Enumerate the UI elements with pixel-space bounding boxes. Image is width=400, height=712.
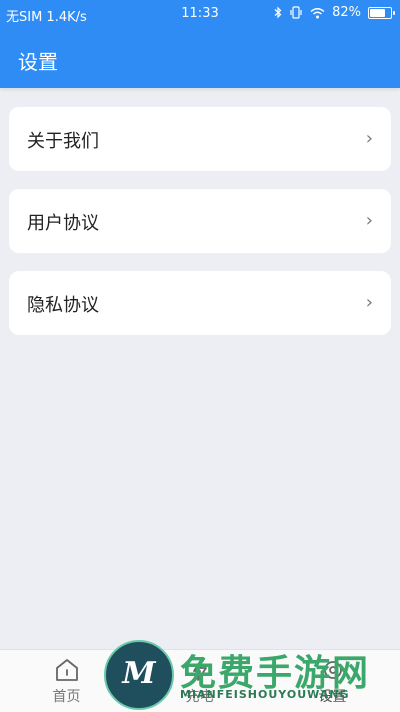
status-icons: 82% bbox=[274, 5, 395, 20]
watermark: M 免费手游网 MIANFEISHOUYOUWANG bbox=[104, 640, 394, 710]
status-bar: 无SIM 1.4K/s 11:33 82% bbox=[0, 0, 400, 28]
chevron-right-icon: › bbox=[365, 210, 373, 231]
watermark-logo: M bbox=[104, 640, 174, 710]
page-title: 设置 bbox=[18, 50, 58, 74]
battery-percent: 82% bbox=[332, 5, 361, 20]
watermark-logo-letter: M bbox=[122, 656, 156, 691]
menu-item-about-us[interactable]: 关于我们 › bbox=[9, 107, 391, 171]
bluetooth-icon bbox=[274, 6, 282, 19]
vibrate-icon bbox=[290, 6, 302, 19]
battery-icon bbox=[368, 6, 395, 19]
menu-item-label: 关于我们 bbox=[27, 131, 99, 152]
watermark-subtitle: MIANFEISHOUYOUWANG bbox=[180, 688, 350, 701]
menu-item-label: 用户协议 bbox=[27, 213, 99, 234]
battery-level bbox=[370, 8, 385, 17]
chevron-right-icon: › bbox=[365, 292, 373, 313]
chevron-right-icon: › bbox=[365, 128, 373, 149]
app-header: 设置 bbox=[0, 28, 400, 88]
menu-item-user-agreement[interactable]: 用户协议 › bbox=[9, 189, 391, 253]
menu-item-privacy-policy[interactable]: 隐私协议 › bbox=[9, 271, 391, 335]
home-icon bbox=[56, 659, 78, 681]
menu-item-label: 隐私协议 bbox=[27, 295, 99, 316]
wifi-icon bbox=[310, 7, 325, 18]
